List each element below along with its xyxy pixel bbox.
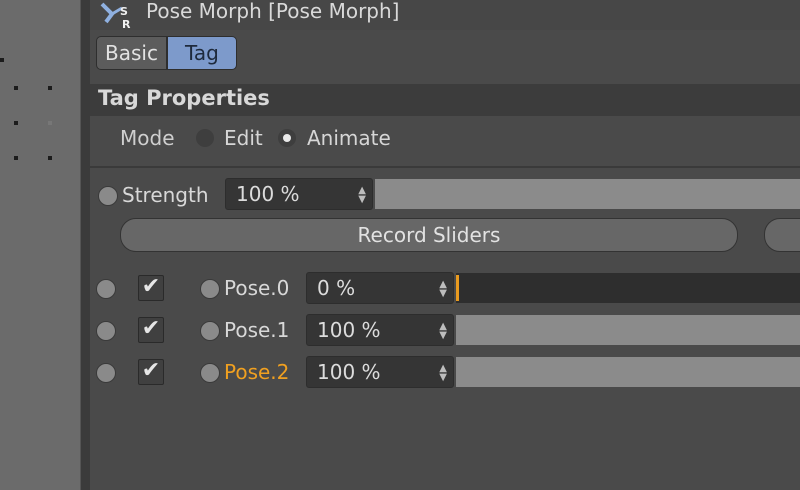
mode-edit-radio[interactable]: [196, 129, 214, 147]
viewport-edge: [0, 0, 80, 490]
pose-slider[interactable]: [456, 273, 800, 303]
pose-slider-handle[interactable]: [456, 275, 459, 301]
pose-keyframe-dot[interactable]: [96, 279, 116, 299]
pose-slider-fill: [456, 315, 800, 345]
secondary-button[interactable]: [764, 218, 800, 252]
mode-label: Mode: [120, 126, 175, 150]
stepper-arrows-icon[interactable]: ▲ ▼: [439, 364, 447, 383]
pose-value: 100 %: [317, 360, 381, 384]
mode-edit-label[interactable]: Edit: [224, 126, 263, 150]
icon-letter-r: R: [122, 18, 131, 30]
handle-dot: [48, 121, 52, 125]
pose-enabled-checkbox[interactable]: ✔: [138, 317, 164, 343]
object-title: Pose Morph [Pose Morph]: [146, 0, 400, 23]
pose-keyframe-dot[interactable]: [96, 321, 116, 341]
tab-basic[interactable]: Basic: [96, 36, 167, 70]
pose-strength-keyframe-dot[interactable]: [200, 363, 220, 383]
pose-strength-keyframe-dot[interactable]: [200, 279, 220, 299]
pose-strength-keyframe-dot[interactable]: [200, 321, 220, 341]
stepper-arrows-icon[interactable]: ▲ ▼: [439, 280, 447, 299]
mode-animate-radio[interactable]: [278, 129, 296, 147]
handle-dot: [14, 121, 18, 125]
tab-bar: Basic Tag: [96, 36, 237, 70]
pose-keyframe-dot[interactable]: [96, 363, 116, 383]
pose-label: Pose.2: [224, 360, 290, 384]
pose-enabled-checkbox[interactable]: ✔: [138, 359, 164, 385]
section-header[interactable]: Tag Properties: [90, 84, 800, 116]
stepper-arrows-icon[interactable]: ▲ ▼: [439, 322, 447, 341]
pose-label: Pose.1: [224, 318, 290, 342]
pose-enabled-checkbox[interactable]: ✔: [138, 275, 164, 301]
mode-animate-label[interactable]: Animate: [307, 126, 391, 150]
strength-slider[interactable]: [375, 179, 800, 209]
tab-tag[interactable]: Tag: [166, 36, 237, 70]
pose-slider-fill: [456, 357, 800, 387]
handle-dot: [14, 156, 18, 160]
pose-value: 0 %: [317, 276, 356, 300]
handle-dot: [0, 58, 4, 62]
pose-slider[interactable]: [456, 357, 800, 387]
pose-value: 100 %: [317, 318, 381, 342]
handle-dot: [14, 86, 18, 90]
pose-value-field[interactable]: 100 % ▲ ▼: [306, 356, 454, 388]
pose-value-field[interactable]: 100 % ▲ ▼: [306, 314, 454, 346]
strength-field[interactable]: 100 % ▲ ▼: [225, 178, 373, 210]
record-sliders-button[interactable]: Record Sliders: [120, 218, 738, 252]
section-title: Tag Properties: [98, 86, 270, 110]
strength-label: Strength: [122, 183, 209, 207]
stepper-arrows-icon[interactable]: ▲ ▼: [358, 186, 366, 205]
title-bar: S R Pose Morph [Pose Morph]: [90, 0, 800, 30]
pose-morph-tag-icon: S R: [100, 2, 131, 30]
handle-dot: [48, 86, 52, 90]
pose-slider[interactable]: [456, 315, 800, 345]
pose-value-field[interactable]: 0 % ▲ ▼: [306, 272, 454, 304]
attribute-manager: S R Pose Morph [Pose Morph] Basic Tag Ta…: [90, 0, 800, 490]
icon-letter-s: S: [120, 5, 128, 18]
strength-keyframe-dot[interactable]: [98, 186, 118, 206]
strength-value: 100 %: [236, 182, 300, 206]
handle-dot: [48, 156, 52, 160]
pose-label: Pose.0: [224, 276, 290, 300]
section-separator: [90, 166, 800, 168]
